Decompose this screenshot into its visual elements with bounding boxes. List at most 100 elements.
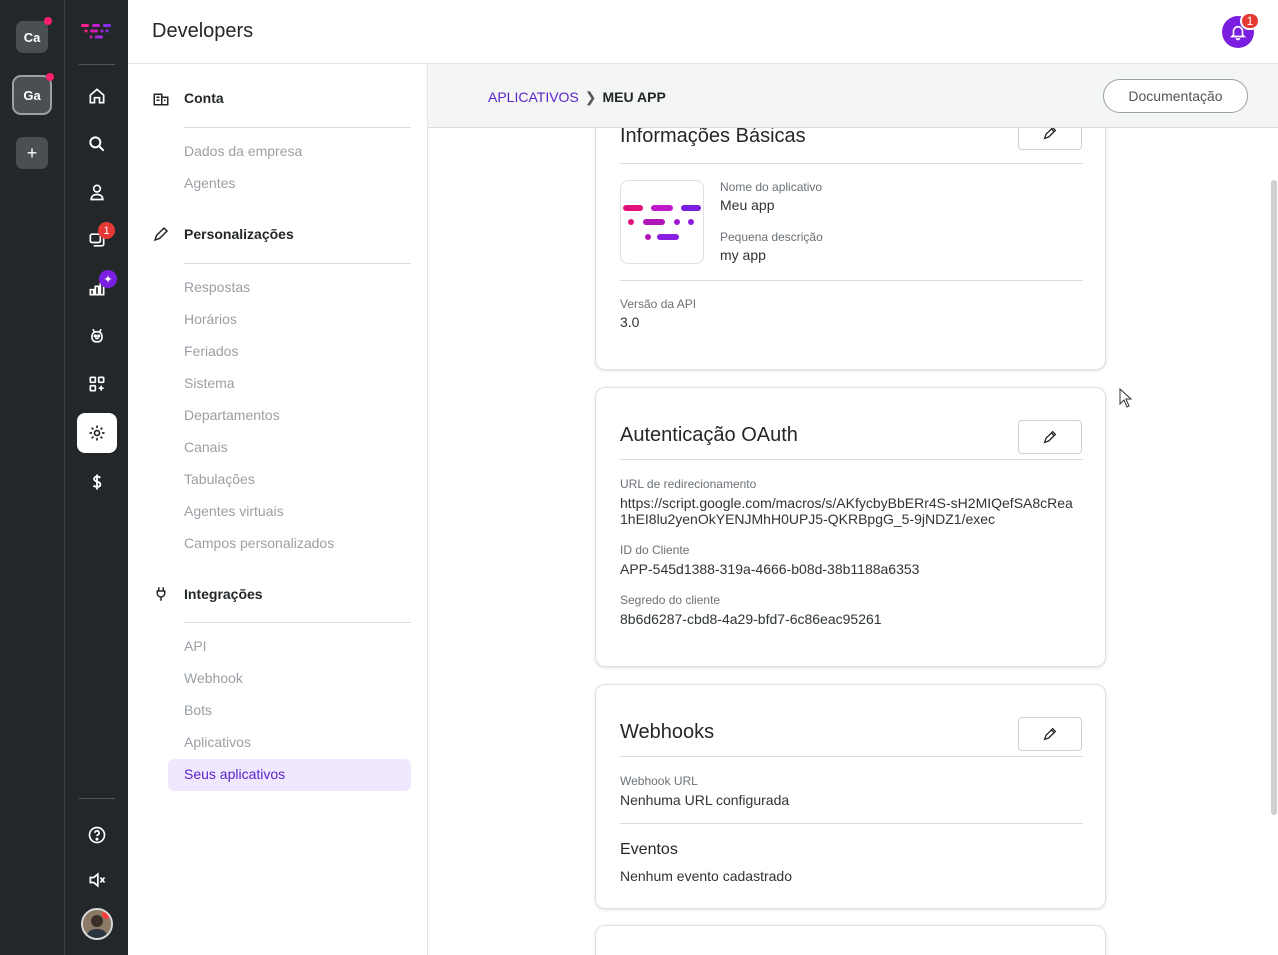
documentation-button[interactable]: Documentação xyxy=(1103,79,1248,113)
card-title: Webhooks xyxy=(620,721,715,743)
breadcrumb-aplicativos[interactable]: APLICATIVOS xyxy=(488,89,579,105)
settings-item-aplicativos[interactable]: Aplicativos xyxy=(184,734,251,750)
help-icon xyxy=(88,826,106,844)
divider xyxy=(620,823,1083,824)
page-title: Developers xyxy=(152,20,254,42)
gear-icon xyxy=(89,425,105,441)
add-workspace-button[interactable]: + xyxy=(16,137,48,169)
settings-item-canais[interactable]: Canais xyxy=(184,439,228,455)
nav-bots[interactable] xyxy=(77,316,117,356)
settings-item-webhook[interactable]: Webhook xyxy=(184,670,243,686)
settings-item-api[interactable]: API xyxy=(184,638,207,654)
chevron-right-icon: ❯ xyxy=(584,89,597,105)
section-conta[interactable]: Conta xyxy=(152,89,224,107)
mute-icon xyxy=(89,872,106,888)
edit-oauth-button[interactable] xyxy=(1018,420,1082,454)
redirect-url-label: URL de redirecionamento xyxy=(620,477,757,491)
notification-dot xyxy=(44,17,52,25)
edit-basic-info-button[interactable] xyxy=(1018,128,1082,150)
user-avatar[interactable] xyxy=(81,908,113,940)
app-description-label: Pequena descrição xyxy=(720,230,823,244)
nav-chats[interactable]: 1 xyxy=(77,220,117,260)
section-title: Integrações xyxy=(184,586,263,602)
nav-settings[interactable] xyxy=(77,413,117,453)
nav-sound-toggle[interactable] xyxy=(77,860,117,900)
home-icon xyxy=(89,88,105,104)
building-icon xyxy=(153,93,169,106)
pencil-icon xyxy=(1043,430,1057,444)
divider xyxy=(79,64,115,65)
divider xyxy=(620,163,1083,164)
settings-item-dados-empresa[interactable]: Dados da empresa xyxy=(184,143,302,159)
pencil-icon xyxy=(153,226,169,242)
settings-item-feriados[interactable]: Feriados xyxy=(184,343,238,359)
webhook-url-label: Webhook URL xyxy=(620,774,698,788)
scrollbar[interactable] xyxy=(1271,180,1277,815)
nav-apps[interactable] xyxy=(77,364,117,404)
section-title: Personalizações xyxy=(184,226,294,242)
nav-billing[interactable] xyxy=(77,462,117,502)
settings-item-respostas[interactable]: Respostas xyxy=(184,279,250,295)
nav-reports[interactable]: ✦ xyxy=(77,268,117,308)
divider xyxy=(79,798,115,799)
status-dot xyxy=(102,910,111,919)
app-name-label: Nome do aplicativo xyxy=(720,180,823,194)
next-card xyxy=(595,925,1106,955)
divider xyxy=(184,127,411,128)
webhooks-card: Webhooks Webhook URL Nenhuma URL configu… xyxy=(595,684,1106,909)
client-secret-label: Segredo do cliente xyxy=(620,593,721,607)
settings-nav: Conta Dados da empresa Agentes Personali… xyxy=(128,64,428,955)
settings-item-agentes[interactable]: Agentes xyxy=(184,175,235,191)
api-version-label: Versão da API xyxy=(620,297,697,311)
redirect-url-line-1: https://script.google.com/macros/s/AKfyc… xyxy=(620,495,1073,511)
app-name-value: Meu app xyxy=(720,197,775,213)
plug-icon xyxy=(156,587,166,601)
edit-webhooks-button[interactable] xyxy=(1018,717,1082,751)
workspace-ca[interactable]: Ca xyxy=(16,17,52,53)
settings-item-sistema[interactable]: Sistema xyxy=(184,375,235,391)
oauth-card: Autenticação OAuth URL de redirecionamen… xyxy=(595,387,1106,667)
nav-contacts[interactable] xyxy=(77,172,117,212)
workspace-initials: Ca xyxy=(23,29,41,45)
mouse-cursor-icon xyxy=(1119,388,1133,408)
divider xyxy=(620,280,1083,281)
workspace-initials: Ga xyxy=(23,87,41,103)
settings-item-departamentos[interactable]: Departamentos xyxy=(184,407,280,423)
settings-item-campos-personalizados[interactable]: Campos personalizados xyxy=(184,535,334,551)
settings-item-horarios[interactable]: Horários xyxy=(184,311,237,327)
card-title: Autenticação OAuth xyxy=(620,424,798,446)
nav-help[interactable] xyxy=(77,815,117,855)
divider xyxy=(184,263,411,264)
app-logo xyxy=(620,180,704,264)
section-personalizacoes[interactable]: Personalizações xyxy=(152,225,294,243)
workspace-ga[interactable]: Ga xyxy=(12,73,54,115)
section-title: Conta xyxy=(184,90,224,106)
search-icon xyxy=(89,136,105,152)
notification-count-badge: 1 xyxy=(1240,12,1260,30)
nav-search[interactable] xyxy=(77,124,117,164)
settings-item-tabulacoes[interactable]: Tabulações xyxy=(184,471,255,487)
settings-item-seus-aplicativos[interactable]: Seus aplicativos xyxy=(168,759,411,791)
apps-icon xyxy=(89,376,105,392)
app-logo-image xyxy=(623,205,701,240)
webhook-url-value: Nenhuma URL configurada xyxy=(620,792,790,808)
top-bar: Developers 1 xyxy=(128,0,1278,64)
card-title: Informações Básicas xyxy=(620,128,806,147)
content-header: APLICATIVOS ❯ MEU APP Documentação xyxy=(428,64,1278,128)
main-nav: 1 ✦ xyxy=(64,0,128,955)
events-value: Nenhum evento cadastrado xyxy=(620,868,792,884)
client-secret-value: 8b6d6287-cbd8-4a29-bfd7-6c86eac95261 xyxy=(620,611,882,627)
settings-item-bots[interactable]: Bots xyxy=(184,702,212,718)
pencil-icon xyxy=(1043,128,1057,140)
basic-info-card: Informações Básicas Nome do aplicativo M… xyxy=(595,128,1106,370)
settings-item-agentes-virtuais[interactable]: Agentes virtuais xyxy=(184,503,284,519)
notification-dot xyxy=(46,73,54,81)
client-id-label: ID do Cliente xyxy=(620,543,690,557)
section-integracoes[interactable]: Integrações xyxy=(152,585,263,603)
api-version-value: 3.0 xyxy=(620,314,640,330)
app-detail-content: Informações Básicas Nome do aplicativo M… xyxy=(428,128,1278,955)
robot-icon xyxy=(91,328,103,343)
redirect-url-line-2: 1hEI8lu2yenOkYENJMhH0UPJ5-QKRBpgG_5-9jND… xyxy=(620,511,996,527)
nav-home[interactable] xyxy=(77,76,117,116)
app-description-value: my app xyxy=(720,247,766,263)
